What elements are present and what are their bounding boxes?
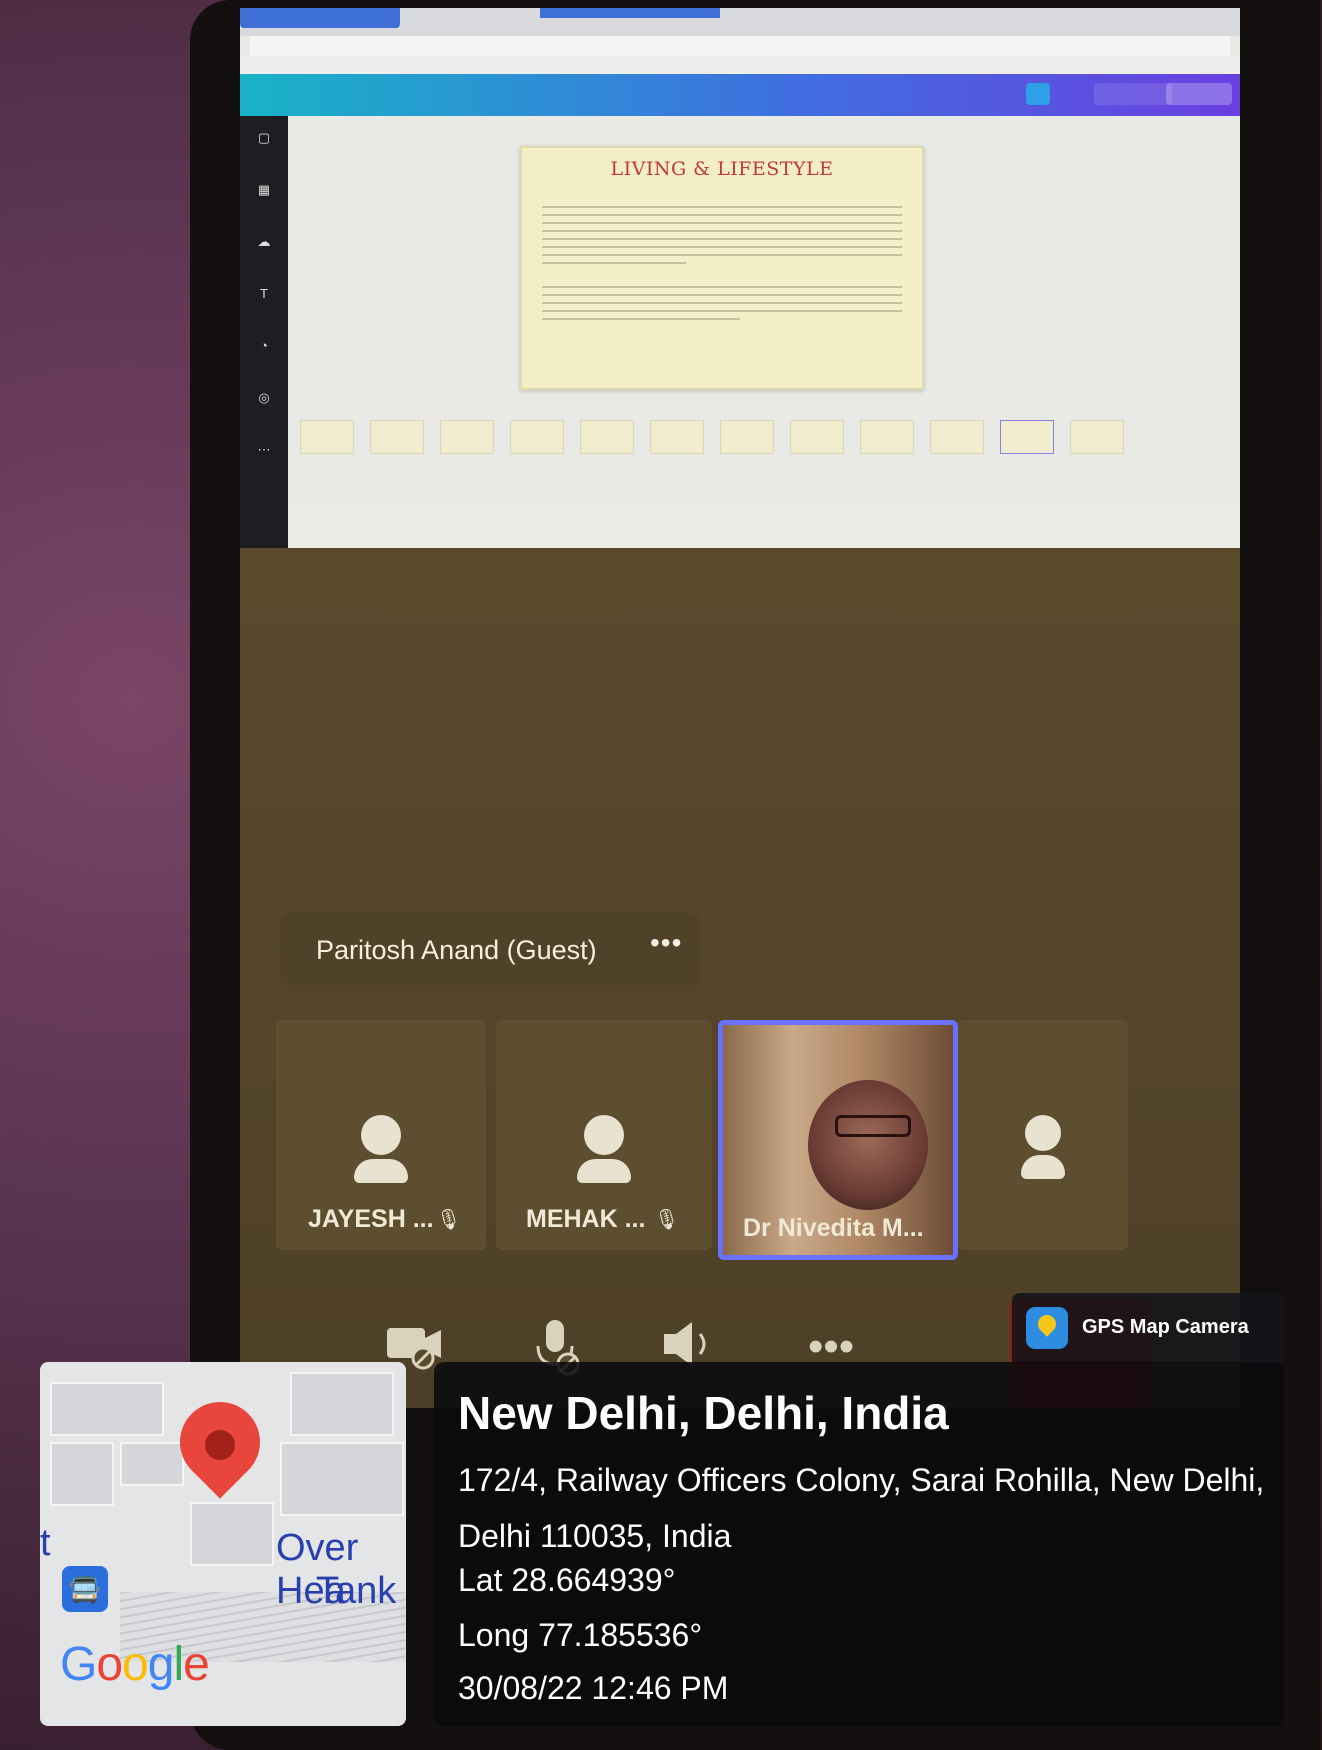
editor-top-bar [240, 74, 1240, 116]
city-title: New Delhi, Delhi, India [458, 1387, 949, 1439]
slide-thumbnail[interactable] [860, 420, 914, 454]
logos-icon[interactable]: ◎ [254, 388, 274, 408]
longitude-text: Long 77.185536° [458, 1617, 703, 1653]
participant-tile-video[interactable]: Dr Nivedita M... [718, 1020, 958, 1260]
present-button[interactable] [1094, 83, 1172, 105]
mic-camera-off-icon: 🎙 [436, 1209, 462, 1231]
participant-tile[interactable] [958, 1020, 1128, 1250]
gps-app-badge: GPS Map Camera [1012, 1293, 1284, 1363]
participant-name: MEHAK ... [526, 1205, 646, 1233]
templates-icon[interactable]: ▢ [254, 128, 274, 148]
editor-status-bar [288, 508, 1240, 548]
bus-icon: 🚍 [62, 1566, 108, 1612]
location-info-panel: New Delhi, Delhi, India 172/4, Railway O… [434, 1362, 1284, 1726]
slide-thumbnail[interactable] [930, 420, 984, 454]
person-icon [354, 1115, 408, 1183]
mic-camera-off-icon: 🎙 [654, 1209, 680, 1231]
browser-tab[interactable] [540, 8, 720, 18]
slide-thumbnail[interactable] [1000, 420, 1054, 454]
participant-tile[interactable]: MEHAK ... 🎙 [496, 1020, 712, 1250]
slide-thumbnail[interactable] [440, 420, 494, 454]
share-button[interactable] [1166, 83, 1232, 105]
slide-canvas[interactable]: LIVING & LIFESTYLE [520, 146, 924, 390]
person-icon [577, 1115, 631, 1183]
browser-tab-strip [240, 8, 1240, 36]
browser-tab[interactable] [240, 8, 400, 28]
address-bar[interactable] [250, 36, 1230, 56]
uploads-icon[interactable]: ☁ [254, 232, 274, 252]
slide-thumbnail[interactable] [580, 420, 634, 454]
more-icon[interactable]: ⋯ [254, 440, 274, 460]
bookmarks-bar [240, 56, 1240, 74]
address-text: 172/4, Railway Officers Colony, Sarai Ro… [458, 1462, 1265, 1554]
map-thumbnail: t Over Hea Tank 🚍 Google [40, 1362, 406, 1726]
latitude-text: Lat 28.664939° [458, 1562, 676, 1598]
slide-thumbnail[interactable] [1070, 420, 1124, 454]
slide-thumbnail[interactable] [300, 420, 354, 454]
slide-thumbnail[interactable] [790, 420, 844, 454]
slide-thumbnail[interactable] [370, 420, 424, 454]
doc-title[interactable] [999, 83, 1015, 105]
slide-body-text [542, 200, 902, 326]
shared-screen: ▢ ▦ ☁ T ◔ ◎ ⋯ LIVING & LIFESTYLE [240, 8, 1240, 548]
datetime-text: 30/08/22 12:46 PM [458, 1670, 729, 1706]
map-label: Tank [316, 1570, 397, 1612]
slide-filmstrip [300, 420, 1230, 470]
slide-thumbnail[interactable] [650, 420, 704, 454]
phone-screen: ▢ ▦ ☁ T ◔ ◎ ⋯ LIVING & LIFESTYLE Paritos… [240, 8, 1240, 1408]
editor-side-rail: ▢ ▦ ☁ T ◔ ◎ ⋯ [240, 116, 288, 548]
active-speaker-label[interactable]: Paritosh Anand (Guest) ••• [280, 913, 700, 985]
text-icon[interactable]: T [254, 284, 274, 304]
google-logo: Google [60, 1638, 210, 1691]
styles-icon[interactable]: ◔ [254, 336, 274, 356]
avatar[interactable] [1026, 83, 1050, 105]
app-name: GPS Map Camera [1082, 1316, 1249, 1338]
slide-thumbnail[interactable] [510, 420, 564, 454]
map-label: t [40, 1522, 51, 1564]
gps-map-camera-icon [1026, 1307, 1068, 1349]
slide-title: LIVING & LIFESTYLE [610, 158, 834, 180]
slide-thumbnail[interactable] [720, 420, 774, 454]
participant-name: Dr Nivedita M... [743, 1214, 924, 1242]
person-icon [1021, 1115, 1065, 1179]
speaker-name: Paritosh Anand (Guest) [316, 935, 597, 965]
more-options-icon[interactable]: ••• [650, 927, 682, 959]
participant-name: JAYESH ... [308, 1205, 434, 1233]
elements-icon[interactable]: ▦ [254, 180, 274, 200]
participant-tile[interactable]: JAYESH ... 🎙 [276, 1020, 486, 1250]
